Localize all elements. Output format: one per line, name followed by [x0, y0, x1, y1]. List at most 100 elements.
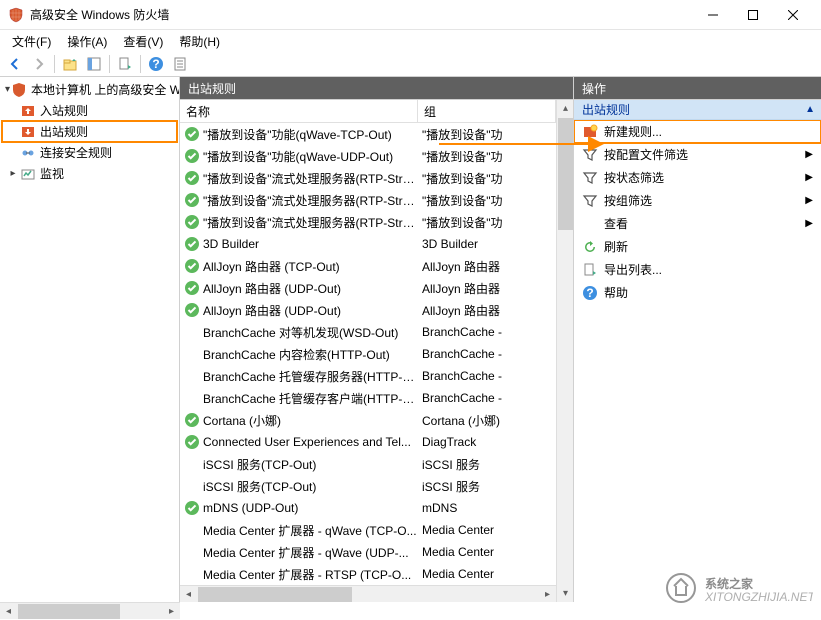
rule-row[interactable]: mDNS (UDP-Out)mDNS — [180, 497, 556, 519]
action-filter-state[interactable]: 按状态筛选 ▶ — [574, 166, 821, 189]
rule-row[interactable]: Connected User Experiences and Tel...Dia… — [180, 431, 556, 453]
export-icon — [582, 262, 598, 278]
scroll-right-button[interactable]: ▸ — [163, 603, 180, 620]
vertical-scrollbar[interactable]: ▴ ▾ — [556, 100, 573, 602]
expander-icon[interactable]: ▾ — [5, 84, 10, 96]
scroll-up-button[interactable]: ▴ — [557, 100, 574, 117]
tree-root[interactable]: ▾ 本地计算机 上的高级安全 Win — [2, 79, 177, 100]
rule-row[interactable]: 3D Builder3D Builder — [180, 233, 556, 255]
rule-row[interactable]: "播放到设备"流式处理服务器(RTP-Stre..."播放到设备"功 — [180, 189, 556, 211]
enabled-icon — [184, 258, 200, 274]
rule-row[interactable]: AllJoyn 路由器 (UDP-Out) AllJoyn 路由器 — [180, 299, 556, 321]
filter-icon — [582, 170, 598, 186]
toolbar-export-button[interactable] — [114, 53, 136, 75]
toolbar-help-button[interactable]: ? — [145, 53, 167, 75]
rule-row[interactable]: AllJoyn 路由器 (TCP-Out) AllJoyn 路由器 — [180, 255, 556, 277]
minimize-button[interactable] — [693, 1, 733, 29]
rule-name-text: Media Center 扩展器 - RTSP (TCP-O... — [203, 566, 411, 583]
disabled-icon — [184, 324, 200, 340]
tree-label: 本地计算机 上的高级安全 Win — [31, 81, 180, 98]
rule-name-text: Media Center 扩展器 - qWave (UDP-... — [203, 544, 409, 561]
action-refresh[interactable]: 刷新 — [574, 235, 821, 258]
toolbar-show-hide-button[interactable] — [83, 53, 105, 75]
menu-action[interactable]: 操作(A) — [59, 31, 115, 52]
tree-monitoring[interactable]: ▸ 监视 — [2, 163, 177, 184]
rule-row[interactable]: BranchCache 托管缓存服务器(HTTP-O...BranchCache… — [180, 365, 556, 387]
action-filter-profile[interactable]: 按配置文件筛选 ▶ — [574, 143, 821, 166]
actions-section-title: 出站规则 — [582, 101, 630, 118]
actions-section-header[interactable]: 出站规则 ▲ — [574, 100, 821, 120]
firewall-app-icon — [8, 7, 24, 23]
disabled-icon — [184, 544, 200, 560]
rule-row[interactable]: Media Center 扩展器 - qWave (UDP-... Media C… — [180, 541, 556, 563]
tree-horizontal-scrollbar[interactable]: ◂ ▸ — [0, 602, 180, 619]
rule-group-text: AllJoyn 路由器 — [418, 280, 556, 297]
close-button[interactable] — [773, 1, 813, 29]
rule-group-text: BranchCache - — [418, 325, 556, 339]
scroll-left-button[interactable]: ◂ — [0, 603, 17, 620]
rule-name-text: AllJoyn 路由器 (TCP-Out) — [203, 258, 340, 275]
horizontal-scrollbar[interactable]: ◂ ▸ — [180, 585, 556, 602]
actions-panel-title: 操作 — [582, 80, 606, 97]
disabled-icon — [184, 456, 200, 472]
column-headers: 名称 组 — [180, 100, 556, 123]
col-header-group[interactable]: 组 — [418, 100, 556, 122]
collapse-arrow-icon[interactable]: ▲ — [805, 104, 815, 115]
rule-group-text: AllJoyn 路由器 — [418, 302, 556, 319]
rule-row[interactable]: Media Center 扩展器 - RTSP (TCP-O...Media C… — [180, 563, 556, 585]
tree-outbound[interactable]: 出站规则 — [2, 121, 177, 142]
rule-row[interactable]: Cortana (小娜)Cortana (小娜) — [180, 409, 556, 431]
rule-row[interactable]: "播放到设备"功能(qWave-UDP-Out)"播放到设备"功 — [180, 145, 556, 167]
rule-row[interactable]: "播放到设备"流式处理服务器(RTP-Stre..."播放到设备"功 — [180, 211, 556, 233]
rule-name-text: AllJoyn 路由器 (UDP-Out) — [203, 302, 341, 319]
menu-file[interactable]: 文件(F) — [4, 31, 59, 52]
toolbar-back-button[interactable] — [4, 53, 26, 75]
toolbar-properties-button[interactable] — [169, 53, 191, 75]
rule-name-text: BranchCache 对等机发现(WSD-Out) — [203, 324, 398, 341]
toolbar-forward-button[interactable] — [28, 53, 50, 75]
rule-group-text: "播放到设备"功 — [418, 192, 556, 209]
rule-group-text: AllJoyn 路由器 — [418, 258, 556, 275]
enabled-icon — [184, 302, 200, 318]
tree-connection-security[interactable]: 连接安全规则 — [2, 142, 177, 163]
rule-row[interactable]: "播放到设备"流式处理服务器(RTP-Stre..."播放到设备"功 — [180, 167, 556, 189]
action-export-list[interactable]: 导出列表... — [574, 258, 821, 281]
action-view[interactable]: 查看 ▶ — [574, 212, 821, 235]
rule-group-text: Media Center — [418, 523, 556, 537]
expander-icon[interactable]: ▸ — [7, 168, 19, 180]
rule-row[interactable]: AllJoyn 路由器 (UDP-Out)AllJoyn 路由器 — [180, 277, 556, 299]
list-panel-title: 出站规则 — [188, 80, 236, 97]
action-new-rule[interactable]: 新建规则... — [574, 120, 821, 143]
new-rule-icon — [582, 124, 598, 140]
rules-list[interactable]: "播放到设备"功能(qWave-TCP-Out)"播放到设备"功"播放到设备"功… — [180, 123, 556, 585]
col-header-name[interactable]: 名称 — [180, 100, 418, 122]
refresh-icon — [582, 239, 598, 255]
tree-panel[interactable]: ▾ 本地计算机 上的高级安全 Win 入站规则 出站规则 连接安全规则 ▸ 监视 — [0, 77, 180, 602]
rule-row[interactable]: BranchCache 托管缓存客户端(HTTP-O...BranchCache… — [180, 387, 556, 409]
rule-group-text: "播放到设备"功 — [418, 214, 556, 231]
tree-inbound[interactable]: 入站规则 — [2, 100, 177, 121]
scroll-down-button[interactable]: ▾ — [557, 585, 574, 602]
rule-row[interactable]: Media Center 扩展器 - qWave (TCP-O...Media … — [180, 519, 556, 541]
rule-row[interactable]: BranchCache 内容检索(HTTP-Out)BranchCache - — [180, 343, 556, 365]
rule-name-text: BranchCache 内容检索(HTTP-Out) — [203, 346, 390, 363]
maximize-button[interactable] — [733, 1, 773, 29]
monitoring-icon — [20, 166, 36, 182]
action-filter-group[interactable]: 按组筛选 ▶ — [574, 189, 821, 212]
menu-help[interactable]: 帮助(H) — [171, 31, 228, 52]
svg-text:?: ? — [152, 57, 159, 71]
action-help[interactable]: ? 帮助 — [574, 281, 821, 304]
scroll-right-button[interactable]: ▸ — [539, 586, 556, 603]
menu-view[interactable]: 查看(V) — [115, 31, 171, 52]
enabled-icon — [184, 280, 200, 296]
scroll-left-button[interactable]: ◂ — [180, 586, 197, 603]
rule-group-text: 3D Builder — [418, 237, 556, 251]
disabled-icon — [184, 346, 200, 362]
toolbar-up-button[interactable] — [59, 53, 81, 75]
rule-row[interactable]: "播放到设备"功能(qWave-TCP-Out)"播放到设备"功 — [180, 123, 556, 145]
rule-group-text: Media Center — [418, 545, 556, 559]
rule-row[interactable]: iSCSI 服务(TCP-Out)iSCSI 服务 — [180, 475, 556, 497]
rule-row[interactable]: BranchCache 对等机发现(WSD-Out) BranchCache - — [180, 321, 556, 343]
rule-group-text: iSCSI 服务 — [418, 478, 556, 495]
rule-row[interactable]: iSCSI 服务(TCP-Out)iSCSI 服务 — [180, 453, 556, 475]
